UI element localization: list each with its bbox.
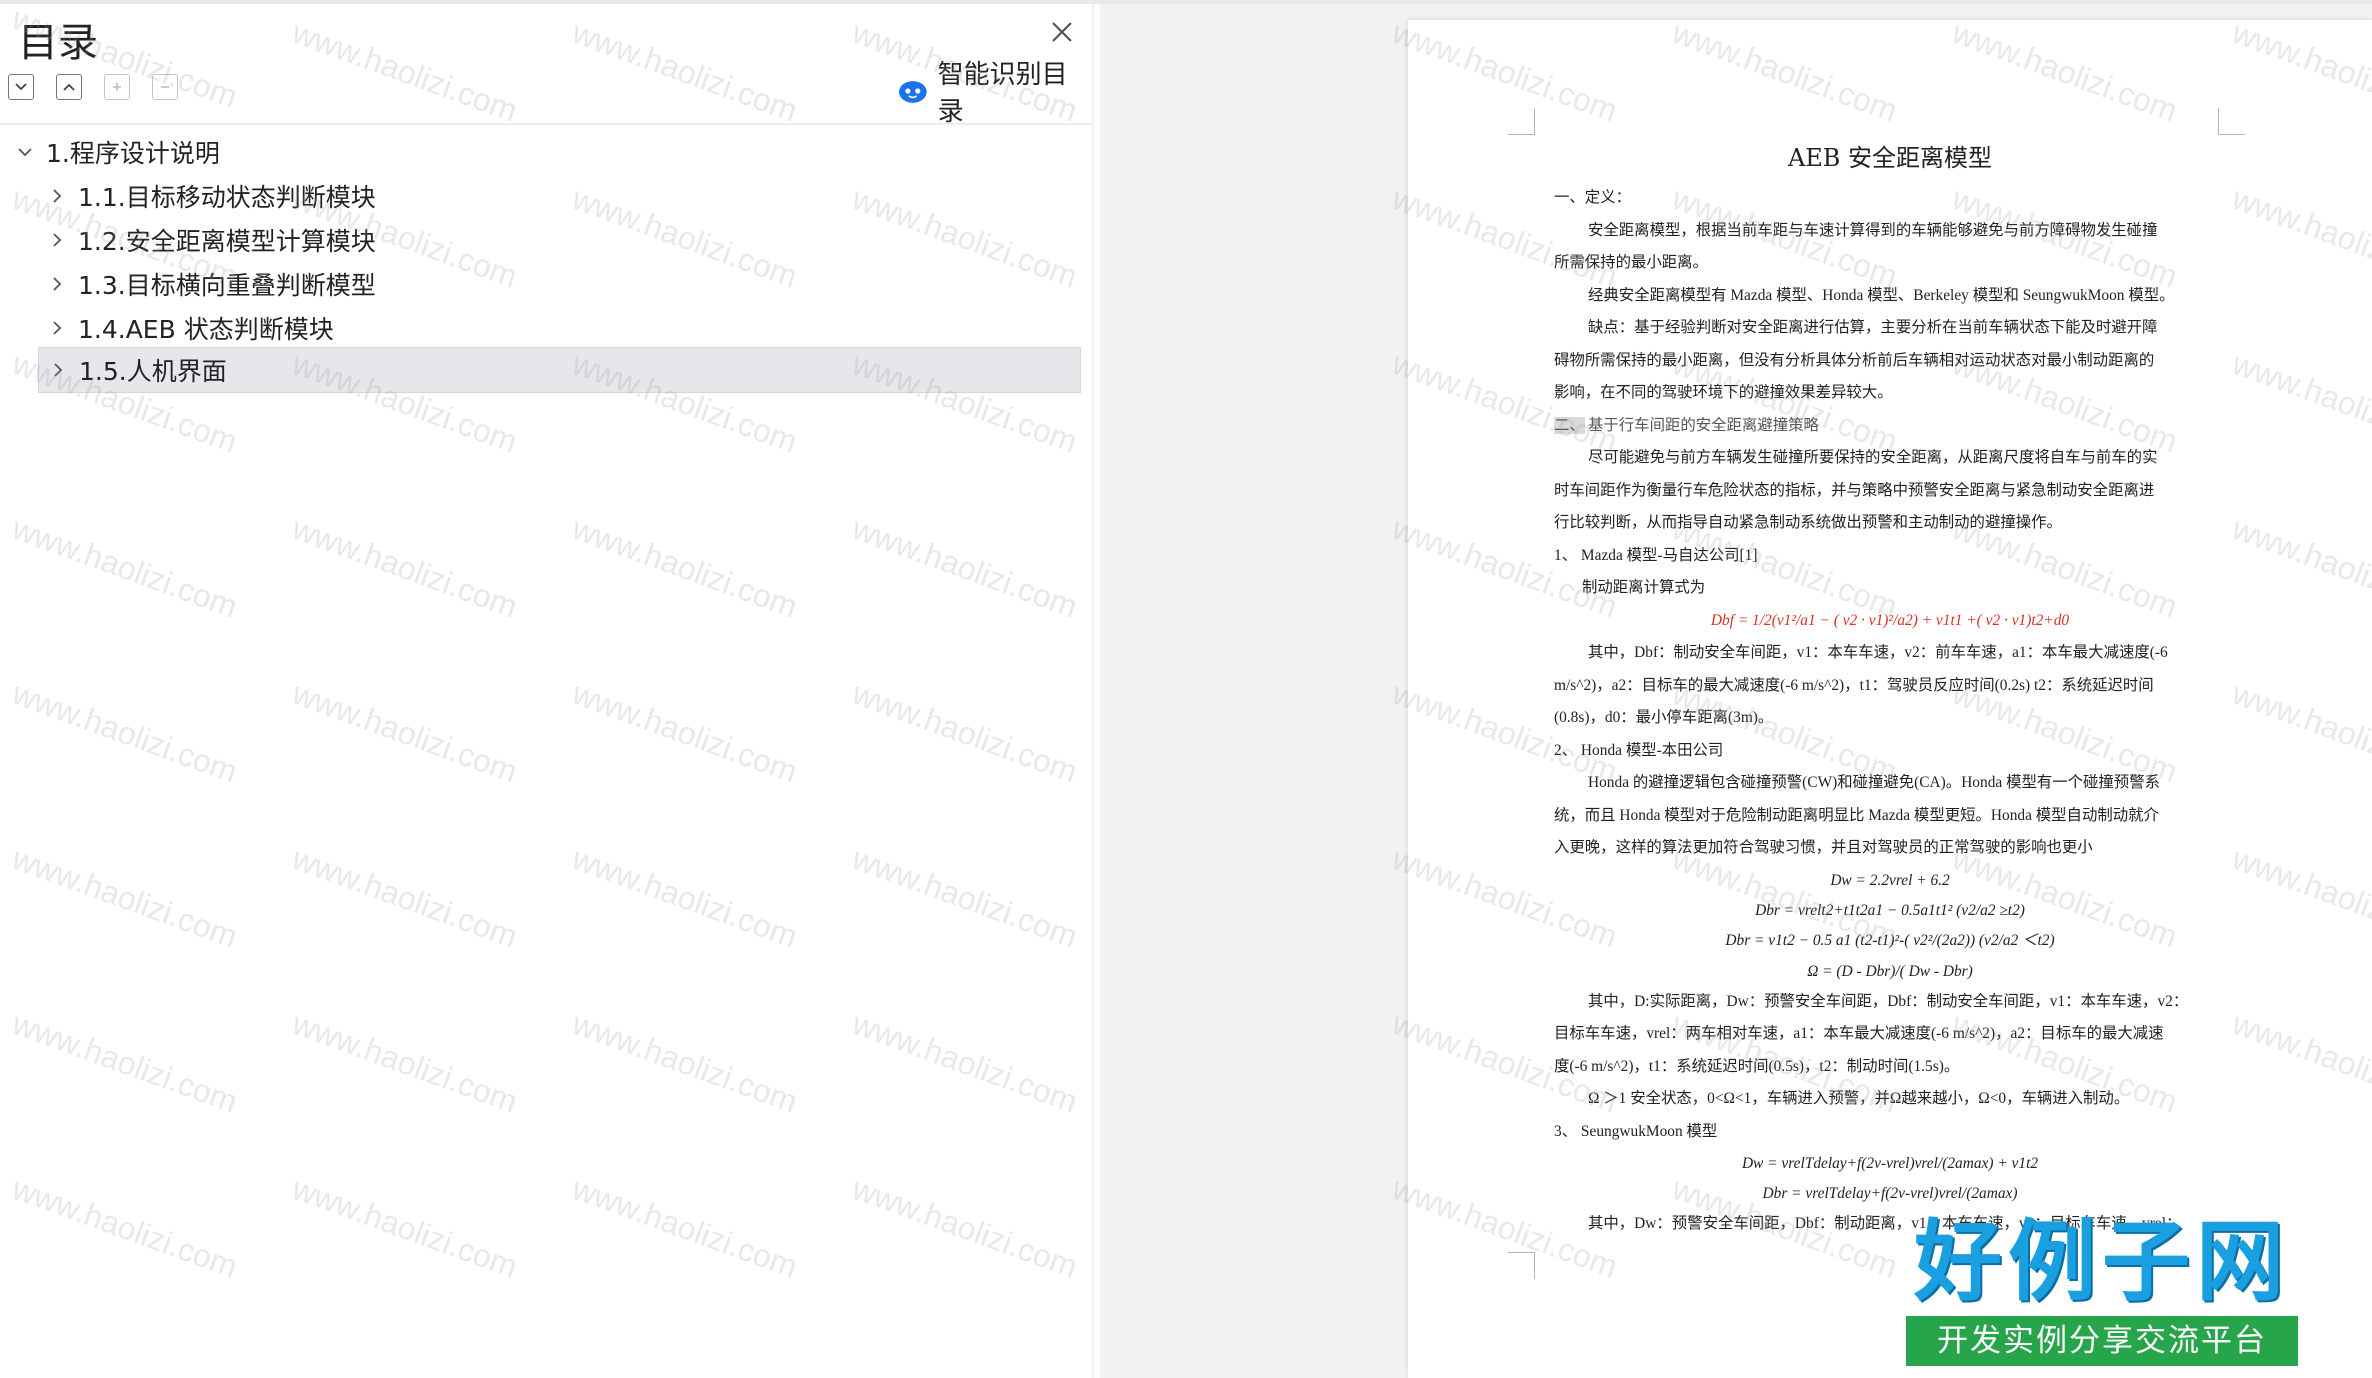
document-page[interactable]: AEB 安全距离模型 一、定义： 安全距离模型，根据当前车距与车速计算得到的车辆… <box>1408 20 2372 1378</box>
doc-line: 3、 SeungwukMoon 模型 <box>1554 1123 1718 1140</box>
formula-honda-dbr-2: Dbr = v1t2 − 0.5 a1 (t2-t1)²-( v2²/(2a2)… <box>1725 932 2055 949</box>
toc-item-1-2[interactable]: 1.2.安全距离模型计算模块 <box>46 219 1074 261</box>
doc-line: 经典安全距离模型有 Mazda 模型、Honda 模型、Berkeley 模型和… <box>1588 287 2175 304</box>
pane-splitter[interactable] <box>1092 4 1094 1378</box>
toc-item-1-1[interactable]: 1.1.目标移动状态判断模块 <box>46 175 1074 217</box>
smart-cloud-icon <box>898 81 927 103</box>
chevron-right-icon[interactable] <box>46 317 68 339</box>
doc-line: 一、定义： <box>1554 189 1631 206</box>
doc-line: 入更晚，这样的算法更加符合驾驶习惯，并且对驾驶员的正常驾驶的影响也更小 <box>1554 839 2093 856</box>
smart-recognize-label: 智能识别目录 <box>937 60 1068 127</box>
highlighted-text: 二、 <box>1554 417 1585 434</box>
formula-moon-dw: Dw = vrelTdelay+f(2v-vrel)vrel/(2amax) +… <box>1741 1155 2039 1172</box>
toc-item-label: 1.程序设计说明 <box>46 139 220 168</box>
doc-line: 所需保持的最小距离。 <box>1554 254 1708 271</box>
add-box-icon <box>113 83 121 91</box>
doc-line: 1、 Mazda 模型-马自达公司[1] <box>1554 547 1758 564</box>
toc-title: 目录 <box>18 20 98 66</box>
chevron-right-icon[interactable] <box>46 185 68 207</box>
doc-line: 缺点：基于经验判断对安全距离进行估算，主要分析在当前车辆状态下能及时避开障 <box>1588 319 2158 336</box>
doc-line: 2、 Honda 模型-本田公司 <box>1554 742 1724 759</box>
formula-honda-dw: Dw = 2.2vrel + 6.2 <box>1830 872 1950 889</box>
doc-line: (0.8s)，d0：最小停车距离(3m)。 <box>1554 709 1774 726</box>
chevron-right-icon[interactable] <box>47 359 69 381</box>
doc-line: m/s^2)，a2：目标车的最大减速度(-6 m/s^2)，t1：驾驶员反应时间… <box>1554 677 2154 694</box>
chevron-down-icon[interactable] <box>14 141 36 163</box>
toc-toolbar-divider <box>0 123 1092 125</box>
doc-heading-number: 二、 <box>1554 416 1585 436</box>
expand-all-button[interactable] <box>8 74 34 100</box>
add-heading-button[interactable] <box>104 74 130 100</box>
toc-item-label: 1.1.目标移动状态判断模块 <box>78 183 376 212</box>
chevron-down-box-icon <box>15 83 27 91</box>
collapse-all-button[interactable] <box>56 74 82 100</box>
doc-line: Honda 的避撞逻辑包含碰撞预警(CW)和碰撞避免(CA)。Honda 模型有… <box>1588 774 2160 791</box>
doc-line: 行比较判断，从而指导自动紧急制动系统做出预警和主动制动的避撞操作。 <box>1554 514 2062 531</box>
doc-line: 其中，Dbf：制动安全车间距，v1：本车车速，v2：前车车速，a1：本车最大减速… <box>1588 644 2168 661</box>
doc-line: 目标车车速，vrel：两车相对车速，a1：本车最大减速度(-6 m/s^2)，a… <box>1554 1025 2164 1042</box>
doc-heading: 基于行车间距的安全距离避撞策略 <box>1588 417 1819 434</box>
crop-mark <box>1508 108 1535 135</box>
chevron-up-box-icon <box>63 83 75 91</box>
toc-item-label: 1.5.人机界面 <box>79 357 227 386</box>
minus-box-icon <box>161 86 169 88</box>
doc-line: 影响，在不同的驾驶环境下的避撞效果差异较大。 <box>1554 384 1893 401</box>
doc-line: 其中，D:实际距离，Dw：预警安全车间距，Dbf：制动安全车间距，v1：本车车速… <box>1588 993 2189 1010</box>
logo-main-text: 好例子网 <box>1913 1210 2290 1313</box>
toc-item-label: 1.3.目标横向重叠判断模型 <box>78 271 376 300</box>
toc-item-1-4[interactable]: 1.4.AEB 状态判断模块 <box>46 307 1074 349</box>
formula-mazda: Dbf = 1/2(v1²/a1 − ( v2 · v1)²/a2) + v1t… <box>1710 612 2070 629</box>
doc-line: 时车间距作为衡量行车危险状态的指标，并与策略中预警安全距离与紧急制动安全距离进 <box>1554 482 2155 499</box>
crop-mark <box>1508 1252 1535 1279</box>
doc-line: 碍物所需保持的最小距离，但没有分析具体分析前后车辆相对运动状态对最小制动距离的 <box>1554 352 2155 369</box>
toc-item-label: 1.4.AEB 状态判断模块 <box>78 315 334 344</box>
doc-line: 制动距离计算式为 <box>1582 579 1706 596</box>
doc-line: 度(-6 m/s^2)，t1：系统延迟时间(0.5s)，t2：制动时间(1.5s… <box>1554 1058 1960 1075</box>
toc-item-1-3[interactable]: 1.3.目标横向重叠判断模型 <box>46 263 1074 305</box>
doc-line: 统，而且 Honda 模型对于危险制动距离明显比 Mazda 模型更短。Hond… <box>1554 807 2159 824</box>
doc-line: 安全距离模型，根据当前车距与车速计算得到的车辆能够避免与前方障碍物发生碰撞 <box>1588 222 2158 239</box>
toc-panel: 目录 智能识别目录 1.程序设计说明 1.1.目标移动状态判断模块 1.2.安全… <box>0 4 1092 1378</box>
site-logo: 好例子网 开发实例分享交流平台 <box>1906 1212 2298 1378</box>
formula-moon-dbr: Dbr = vrelTdelay+f(2v-vrel)vrel/(2amax) <box>1762 1185 2018 1202</box>
doc-line: Ω ＞1 安全状态，0<Ω<1，车辆进入预警，并Ω越来越小，Ω<0，车辆进入制动… <box>1588 1090 2130 1107</box>
logo-sub-text: 开发实例分享交流平台 <box>1906 1316 2298 1366</box>
toc-item-1-5[interactable]: 1.5.人机界面 <box>38 347 1081 393</box>
crop-mark <box>2218 108 2245 135</box>
smart-recognize-toc-button[interactable]: 智能识别目录 <box>898 60 1092 127</box>
document-title: AEB 安全距离模型 <box>1787 144 1993 172</box>
toc-item-1[interactable]: 1.程序设计说明 <box>14 131 1074 173</box>
chevron-right-icon[interactable] <box>46 273 68 295</box>
formula-honda-dbr-1: Dbr = vrelt2+t1t2a1 − 0.5a1t1² (v2/a2 ≥t… <box>1755 902 2025 919</box>
toc-item-label: 1.2.安全距离模型计算模块 <box>78 227 376 256</box>
doc-line: 尽可能避免与前方车辆发生碰撞所要保持的安全距离，从距离尺度将自车与前车的实 <box>1588 449 2158 466</box>
chevron-right-icon[interactable] <box>46 229 68 251</box>
close-icon[interactable] <box>1046 16 1078 48</box>
remove-heading-button[interactable] <box>152 74 178 100</box>
formula-honda-omega: Ω = (D - Dbr)/( Dw - Dbr) <box>1807 963 1973 980</box>
